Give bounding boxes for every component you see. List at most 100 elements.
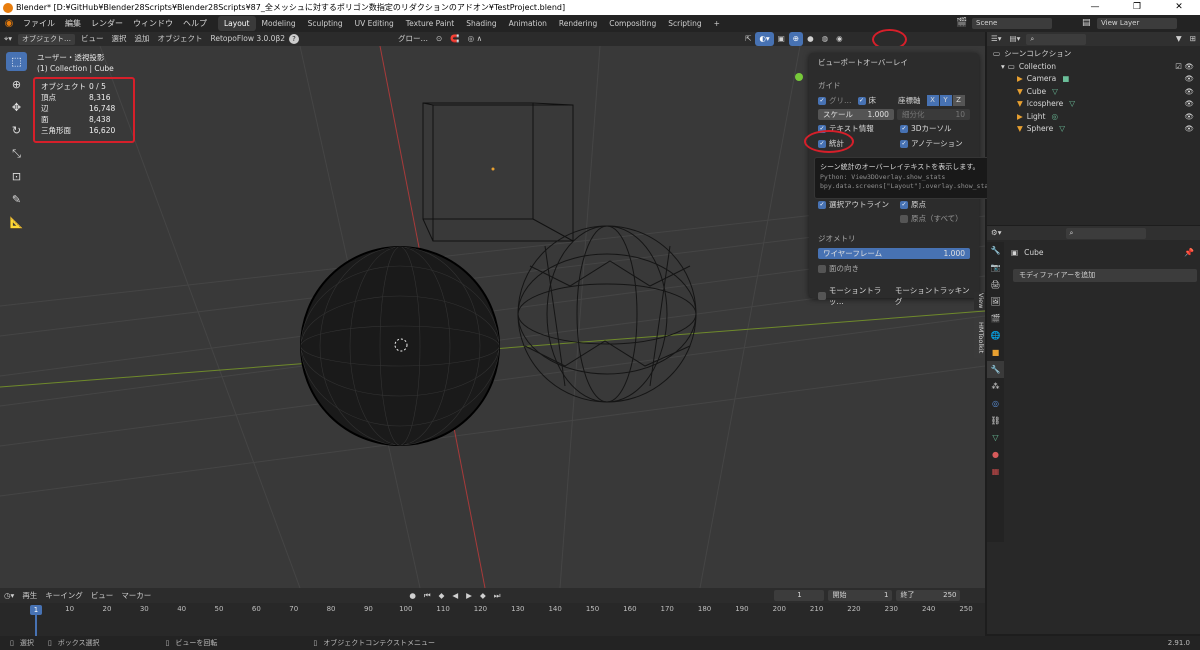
sidebar-tab-view[interactable]: View — [974, 292, 985, 310]
timeline-menu-keying[interactable]: キーイング — [41, 589, 87, 603]
light-eye-icon[interactable]: 👁 — [1184, 111, 1194, 124]
start-frame-field[interactable]: 開始 1 — [828, 590, 893, 601]
filter-icon[interactable]: ▼ — [1172, 32, 1186, 46]
move-tool-icon[interactable]: ✥ — [6, 98, 27, 117]
modifier-tab-icon[interactable]: 🔧 — [987, 361, 1004, 378]
data-tab-icon[interactable]: ▽ — [987, 429, 1004, 446]
timeline-menu-marker[interactable]: マーカー — [117, 589, 155, 603]
play-button[interactable]: ▶ — [462, 589, 476, 603]
outliner-item-light[interactable]: ▶ Light ◎ 👁 — [987, 111, 1200, 124]
particles-tab-icon[interactable]: ⁂ — [987, 378, 1004, 395]
face-orientation-checkbox[interactable]: 面の向き — [818, 263, 859, 274]
output-tab-icon[interactable]: 🖨 — [987, 276, 1004, 293]
blender-menu-icon[interactable]: ◉ — [0, 18, 18, 29]
render-tab-icon[interactable]: 📷 — [987, 259, 1004, 276]
workspace-tab-sculpting[interactable]: Sculpting — [302, 16, 349, 31]
jump-start-button[interactable]: ⏮ — [420, 589, 435, 603]
texture-tab-icon[interactable]: ▦ — [987, 463, 1004, 480]
origins-checkbox[interactable]: ✓ 原点 — [900, 199, 926, 210]
camera-eye-icon[interactable]: 👁 — [1184, 73, 1194, 86]
outliner-item-cube[interactable]: ▼ Cube ▽ 👁 — [987, 86, 1200, 99]
close-button[interactable]: ✕ — [1158, 0, 1200, 15]
pin-icon[interactable]: 📌 — [1184, 248, 1194, 257]
motion-tracking-checkbox[interactable]: モーショントラッ… — [818, 285, 895, 307]
outliner-item-sphere[interactable]: ▼ Sphere ▽ 👁 — [987, 123, 1200, 136]
outliner-editor-icon[interactable]: ☰▾ — [987, 32, 1006, 46]
rendered-shading-icon[interactable]: ◉ — [832, 32, 847, 46]
motion-tracking-menu[interactable]: モーショントラッキング — [895, 285, 970, 307]
pivot-icon[interactable]: ⊙ — [432, 32, 446, 46]
wireframe-shading-icon[interactable]: ⊕ — [788, 32, 804, 46]
annotate-tool-icon[interactable]: ✎ — [6, 190, 27, 209]
workspace-tab-shading[interactable]: Shading — [460, 16, 502, 31]
3d-cursor-checkbox[interactable]: ✓ 3Dカーソル — [900, 123, 952, 134]
jump-end-button[interactable]: ⏭ — [490, 589, 505, 603]
world-tab-icon[interactable]: 🌐 — [987, 327, 1004, 344]
constraints-tab-icon[interactable]: ⛓ — [987, 412, 1004, 429]
timeline-ruler[interactable]: 1102030405060708090100110120130140150160… — [0, 603, 985, 613]
viewport-menu-add[interactable]: 追加 — [131, 32, 154, 46]
transform-tool-icon[interactable]: ⊡ — [6, 167, 27, 186]
cursor-tool-icon[interactable]: ⊕ — [6, 75, 27, 94]
xray-toggle-icon[interactable]: ▣ — [774, 32, 789, 46]
solid-shading-icon[interactable]: ● — [803, 32, 818, 46]
outliner-item-icosphere[interactable]: ▼ Icosphere ▽ 👁 — [987, 98, 1200, 111]
playhead-line[interactable] — [35, 615, 37, 636]
navigation-gizmo-icon[interactable] — [795, 73, 803, 81]
expand-arrow-icon[interactable]: ▾ — [1001, 61, 1005, 74]
gizmo-toggle-icon[interactable]: ⇱ — [741, 32, 755, 46]
axis-z-toggle[interactable]: Z — [952, 95, 965, 106]
current-frame-field[interactable]: 1 — [774, 590, 825, 601]
timeline-menu-view[interactable]: ビュー — [87, 589, 118, 603]
record-button[interactable]: ● — [405, 589, 420, 603]
mode-selector[interactable]: オブジェクト… — [18, 33, 75, 45]
proportional-edit-icon[interactable]: ◎ ∧ — [464, 32, 486, 46]
physics-tab-icon[interactable]: ◎ — [987, 395, 1004, 412]
keyframe-next-button[interactable]: ◆ — [476, 589, 490, 603]
menu-render[interactable]: レンダー — [86, 15, 128, 32]
object-tab-icon[interactable]: ■ — [987, 344, 1004, 361]
sphere-eye-icon[interactable]: 👁 — [1184, 123, 1194, 136]
help-icon[interactable]: ? — [289, 34, 300, 44]
workspace-tab-uv-editing[interactable]: UV Editing — [349, 16, 400, 31]
retopoflow-menu[interactable]: RetopoFlow 3.0.0β2 — [207, 32, 290, 46]
workspace-tab-modeling[interactable]: Modeling — [256, 16, 302, 31]
add-modifier-dropdown[interactable]: モディファイアーを追加 — [1013, 269, 1197, 282]
outliner-item-camera[interactable]: ▶ Camera ■ 👁 — [987, 73, 1200, 86]
tool-tab-icon[interactable]: 🔧 — [987, 242, 1004, 259]
end-frame-field[interactable]: 終了 250 — [896, 590, 961, 601]
workspace-tab-texture-paint[interactable]: Texture Paint — [400, 16, 460, 31]
editor-type-icon[interactable]: ⌖▾ — [0, 32, 16, 46]
scene-tab-icon[interactable]: 🎬 — [987, 310, 1004, 327]
minimize-button[interactable]: — — [1074, 0, 1116, 15]
workspace-tab-scripting[interactable]: Scripting — [662, 16, 707, 31]
rotate-tool-icon[interactable]: ↻ — [6, 121, 27, 140]
overlay-toggle-icon[interactable]: ◐▾ — [755, 32, 774, 46]
wireframe-slider[interactable]: ワイヤーフレーム 1.000 — [818, 248, 970, 259]
snap-icon[interactable]: 🧲 — [446, 32, 463, 46]
material-shading-icon[interactable]: ◍ — [818, 32, 833, 46]
grid-checkbox[interactable]: ✓ グリ… — [818, 95, 852, 106]
timeline-editor-icon[interactable]: ◷▾ — [0, 589, 18, 603]
transform-orientation-selector[interactable]: グロー… — [394, 32, 432, 46]
menu-window[interactable]: ウィンドウ — [128, 15, 178, 32]
maximize-button[interactable]: ❐ — [1116, 0, 1158, 15]
menu-edit[interactable]: 編集 — [60, 15, 86, 32]
outliner-search-input[interactable]: ⌕ — [1026, 33, 1087, 45]
timeline-menu-playback[interactable]: 再生 — [18, 589, 41, 603]
viewport-menu-view[interactable]: ビュー — [77, 32, 108, 46]
play-reverse-button[interactable]: ◀ — [448, 589, 462, 603]
workspace-tab-rendering[interactable]: Rendering — [553, 16, 603, 31]
origins-all-checkbox[interactable]: 原点（すべて） — [900, 213, 963, 224]
icosphere-eye-icon[interactable]: 👁 — [1184, 98, 1194, 111]
playhead-frame-label[interactable]: 1 — [30, 605, 42, 615]
floor-checkbox[interactable]: ✓ 床 — [857, 95, 876, 106]
grid-scale-field[interactable]: スケール 1.000 — [818, 109, 894, 120]
outliner-collection[interactable]: ▾ ▭ Collection ☑ 👁 — [987, 61, 1200, 74]
workspace-tab-compositing[interactable]: Compositing — [603, 16, 662, 31]
workspace-tab-layout[interactable]: Layout — [218, 16, 256, 31]
collection-visible-checkbox[interactable]: ☑ — [1175, 61, 1182, 74]
select-tool-icon[interactable]: ⬚ — [6, 52, 27, 71]
cube-eye-icon[interactable]: 👁 — [1184, 86, 1194, 99]
axis-y-toggle[interactable]: Y — [939, 95, 952, 106]
